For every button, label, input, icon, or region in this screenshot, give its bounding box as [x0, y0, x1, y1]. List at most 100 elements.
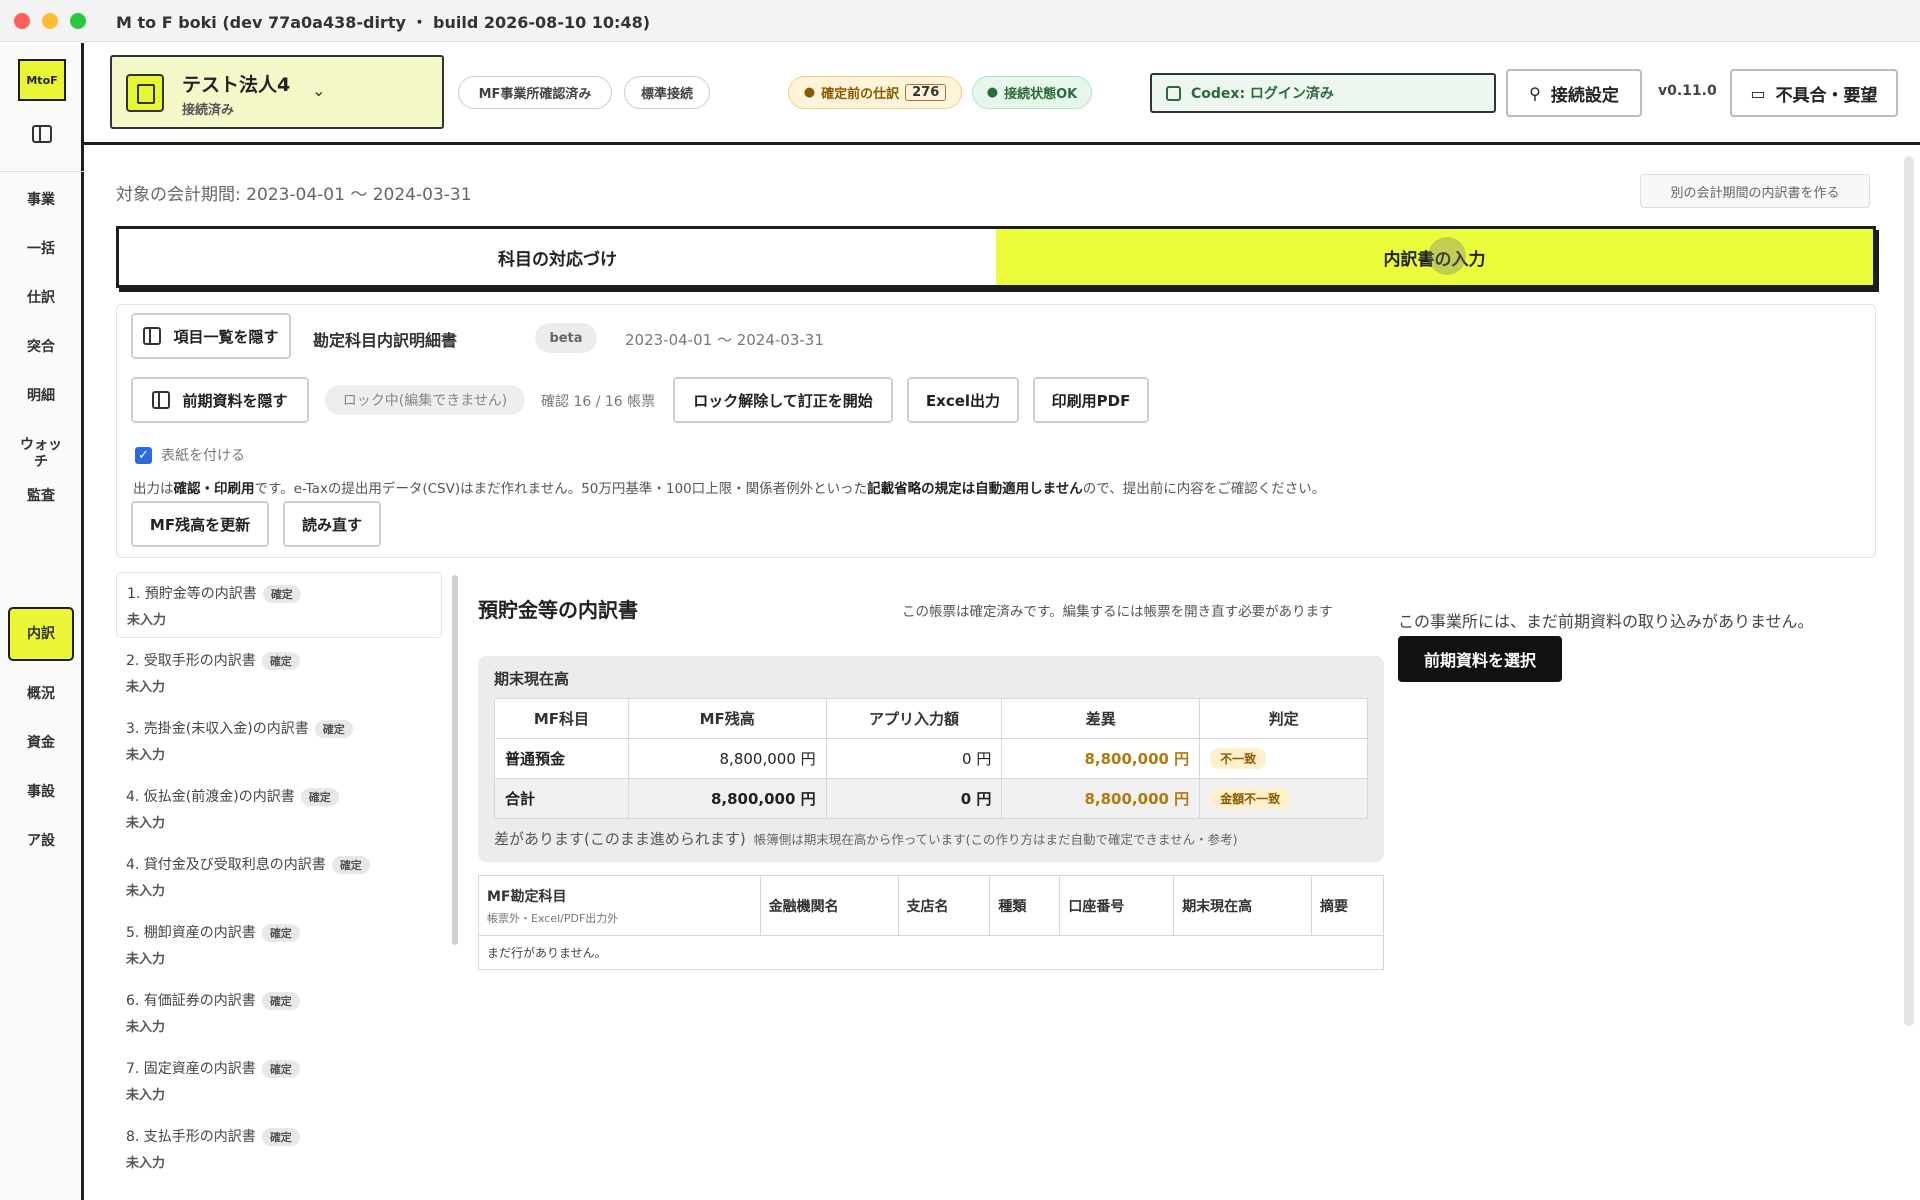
list-item-title: 2. 受取手形の内訳書: [126, 653, 256, 669]
connection-settings-label: 接続設定: [1550, 85, 1619, 106]
balance-foot-text: 差があります(このまま進められます): [494, 830, 746, 848]
list-item[interactable]: 4. 仮払金(前渡金)の内訳書 確定 未入力: [116, 776, 442, 842]
list-item-title: 5. 棚卸資産の内訳書: [126, 925, 256, 941]
confirmed-badge: 確定: [331, 856, 370, 874]
nav-item-asetsu[interactable]: ア設: [8, 833, 74, 850]
nav-item-shiwake[interactable]: 仕訳: [8, 290, 74, 307]
chat-bubble-icon: ▭: [1750, 83, 1766, 103]
note-text-d: 記載省略の規定は自動適用しません: [867, 481, 1083, 497]
hide-item-list-button[interactable]: 項目一覧を隠す: [131, 313, 291, 359]
list-item-title: 1. 預貯金等の内訳書: [127, 586, 257, 602]
list-item-title: 8. 支払手形の内訳書: [126, 1129, 256, 1145]
account-cell: 合計: [494, 778, 629, 819]
print-pdf-button[interactable]: 印刷用PDF: [1033, 377, 1149, 423]
pending-label: 確定前の仕訳: [821, 87, 900, 102]
excel-export-button[interactable]: Excel出力: [907, 377, 1019, 423]
connection-settings-button[interactable]: ⚲ 接続設定: [1506, 69, 1642, 117]
list-item-status: 未入力: [126, 884, 166, 899]
nav-item-meisai[interactable]: 明細: [8, 388, 74, 405]
column-header: MF科目: [494, 698, 629, 739]
list-scrollbar[interactable]: [452, 575, 458, 945]
nav-item-uchiwake[interactable]: 内訳: [8, 607, 74, 661]
column-header: 支店名: [897, 875, 991, 936]
zoom-window-button[interactable]: [70, 12, 86, 29]
section-title: 預貯金等の内訳書: [478, 598, 638, 622]
judgement-cell: 金額不一致: [1199, 778, 1368, 819]
nav-item-kansa[interactable]: 監査: [8, 488, 74, 505]
tab-account-mapping[interactable]: 科目の対応づけ: [119, 229, 996, 285]
hide-item-list-label: 項目一覧を隠す: [173, 327, 279, 346]
status-dot-icon: ●: [803, 85, 816, 100]
building-icon: [126, 74, 164, 112]
feedback-button[interactable]: ▭ 不具合・要望: [1730, 69, 1898, 117]
office-confirmed-badge: MF事業所確認済み: [458, 76, 612, 109]
nav-item-watch[interactable]: ウォッチ: [8, 437, 74, 471]
nav-item-shikin[interactable]: 資金: [8, 735, 74, 752]
period-end-balance-box: 期末現在高 MF科目 MF残高 アプリ入力額 差異 判定 普通預金 8,800,…: [478, 656, 1384, 862]
note-text-b: 確認・印刷用: [173, 481, 255, 497]
nav-item-ikkatsu[interactable]: 一括: [8, 241, 74, 258]
traffic-lights: [14, 12, 86, 29]
document-toolbar-panel: 項目一覧を隠す 勘定科目内訳明細書 beta 2023-04-01 〜 2024…: [116, 304, 1876, 558]
table-row: まだ行がありません。: [478, 935, 1384, 970]
column-header: 口座番号: [1059, 875, 1175, 936]
unlock-edit-button[interactable]: ロック解除して訂正を開始: [673, 377, 893, 423]
nav-item-jigyo[interactable]: 事業: [8, 192, 74, 209]
company-status: 接続済み: [182, 103, 235, 118]
list-item-status: 未入力: [126, 816, 166, 831]
list-item[interactable]: 7. 固定資産の内訳書 確定 未入力: [116, 1048, 442, 1114]
output-note: 出力は確認・印刷用です。e-Taxの提出用データ(CSV)はまだ作れません。50…: [133, 477, 1325, 497]
main-scrollbar[interactable]: [1904, 156, 1914, 1026]
list-item[interactable]: 8. 支払手形の内訳書 確定 未入力: [116, 1116, 442, 1182]
lock-status-badge: ロック中(編集できません): [325, 385, 525, 415]
plug-icon: ⚲: [1529, 83, 1541, 103]
cover-checkbox[interactable]: ✓: [135, 447, 152, 464]
status-dot-icon: ●: [986, 85, 999, 100]
column-header: 金融機関名: [759, 875, 899, 936]
nav-item-totsugo[interactable]: 突合: [8, 339, 74, 356]
document-title: 勘定科目内訳明細書: [313, 331, 458, 350]
locked-note: この帳票は確定済みです。編集するには帳票を開き直す必要があります: [902, 604, 1333, 620]
select-prev-docs-button[interactable]: 前期資料を選択: [1398, 636, 1562, 682]
confirmed-badge: 確定: [261, 652, 300, 670]
connection-label: 接続状態OK: [1004, 87, 1078, 102]
codex-status[interactable]: Codex: ログイン済み: [1150, 73, 1496, 113]
confirm-count: 確認 16 / 16 帳票: [541, 394, 656, 410]
list-item[interactable]: 5. 棚卸資産の内訳書 確定 未入力: [116, 912, 442, 978]
refresh-mf-balance-button[interactable]: MF残高を更新: [131, 501, 269, 547]
minimize-window-button[interactable]: [42, 12, 58, 29]
close-window-button[interactable]: [14, 12, 30, 29]
app-logo[interactable]: MtoF: [18, 59, 66, 101]
column-header: 判定: [1199, 698, 1368, 739]
list-item-title: 4. 貸付金及び受取利息の内訳書: [126, 857, 326, 873]
list-item-title: 3. 売掛金(未収入金)の内訳書: [126, 721, 309, 737]
nav-item-jisetsu[interactable]: 事設: [8, 784, 74, 801]
list-item-title: 7. 固定資産の内訳書: [126, 1061, 256, 1077]
note-text-e: ので、提出前に内容をご確認ください。: [1082, 481, 1326, 497]
mismatch-badge: 不一致: [1210, 748, 1267, 769]
table-row: 普通預金 8,800,000 円 0 円 8,800,000 円 不一致: [494, 738, 1368, 779]
table-row: 合計 8,800,000 円 0 円 8,800,000 円 金額不一致: [494, 778, 1368, 819]
company-selector[interactable]: テスト法人4 接続済み ⌄: [110, 55, 444, 129]
pending-count: 276: [905, 84, 947, 101]
sidebar-toggle-icon[interactable]: [32, 125, 52, 143]
nav-item-gaikyo[interactable]: 概況: [8, 686, 74, 703]
list-item[interactable]: 4. 貸付金及び受取利息の内訳書 確定 未入力: [116, 844, 442, 910]
reload-button[interactable]: 読み直す: [283, 501, 381, 547]
list-item[interactable]: 2. 受取手形の内訳書 確定 未入力: [116, 640, 442, 706]
pending-journal-badge[interactable]: ● 確定前の仕訳 276: [788, 76, 962, 109]
other-period-button[interactable]: 別の会計期間の内訳書を作る: [1640, 174, 1870, 208]
list-item[interactable]: 3. 売掛金(未収入金)の内訳書 確定 未入力: [116, 708, 442, 774]
column-header: 差異: [1001, 698, 1201, 739]
list-item[interactable]: 1. 預貯金等の内訳書 確定 未入力: [116, 572, 442, 638]
column-header: MF残高: [627, 698, 827, 739]
empty-table-message: まだ行がありません。: [478, 935, 1384, 970]
note-text-a: 出力は: [133, 481, 174, 497]
list-item[interactable]: 6. 有価証券の内訳書 確定 未入力: [116, 980, 442, 1046]
step-tabs: 科目の対応づけ 内訳書の入力: [116, 226, 1876, 288]
codex-label: Codex: ログイン済み: [1191, 86, 1334, 102]
column-header: 期末現在高: [1173, 875, 1313, 936]
note-text-c: です。e-Taxの提出用データ(CSV)はまだ作れません。50万円基準・100口…: [254, 481, 868, 497]
account-cell: 普通預金: [494, 738, 629, 779]
hide-prev-docs-button[interactable]: 前期資料を隠す: [131, 377, 309, 423]
